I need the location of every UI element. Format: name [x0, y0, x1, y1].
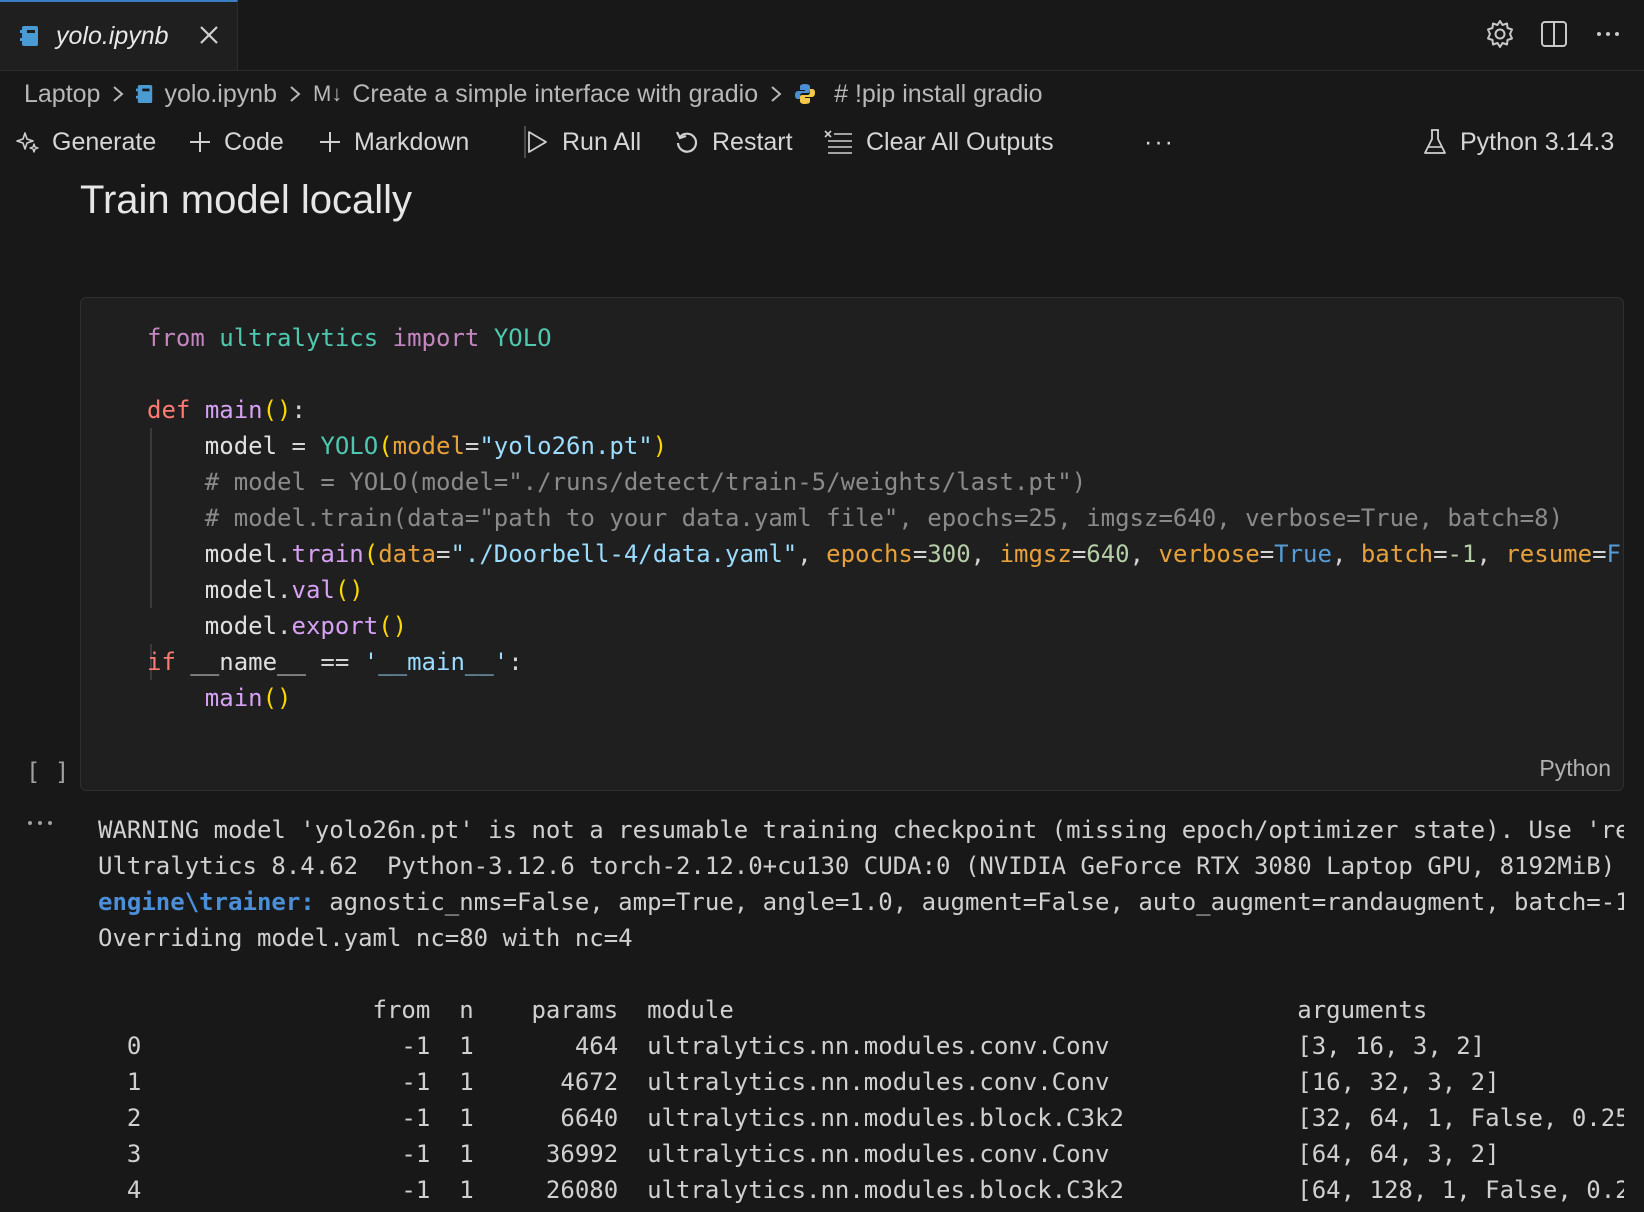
code-editor[interactable]: from ultralytics import YOLO def main():…: [147, 320, 1621, 716]
table-row: 4 -1 1 26080 ultralytics.nn.modules.bloc…: [98, 1176, 1624, 1204]
restart-label: Restart: [712, 127, 793, 156]
output-table-header: from n params module arguments: [98, 996, 1428, 1024]
tab-title: yolo.ipynb: [56, 22, 169, 50]
execution-count: [ ]: [26, 758, 70, 786]
code-line: # model = YOLO(model="./runs/detect/trai…: [147, 468, 1087, 496]
code-line: def main():: [147, 396, 306, 424]
python-icon: [795, 84, 816, 104]
markdown-icon: M↓: [313, 81, 343, 106]
table-row: 1 -1 1 4672 ultralytics.nn.modules.conv.…: [98, 1068, 1500, 1096]
clear-all-outputs-button[interactable]: Clear All Outputs: [824, 120, 1054, 164]
more-actions-icon[interactable]: [1592, 18, 1624, 50]
output-more-icon[interactable]: [26, 818, 54, 828]
cell-output: WARNING model 'yolo26n.pt' is not a resu…: [98, 812, 1624, 1208]
code-line: model.val(): [204, 576, 364, 604]
plus-icon: [320, 132, 340, 152]
more-icon: ···: [1144, 127, 1175, 156]
gear-icon[interactable]: [1484, 18, 1516, 50]
flask-icon: [1424, 129, 1446, 154]
table-row: 0 -1 1 464 ultralytics.nn.modules.conv.C…: [98, 1032, 1486, 1060]
kernel-label: Python 3.14.3: [1460, 127, 1615, 156]
output-trainer-args: agnostic_nms=False, amp=True, angle=1.0,…: [314, 888, 1624, 916]
clear-all-outputs-label: Clear All Outputs: [866, 127, 1054, 156]
code-line: model.train(data="./Doorbell-4/data.yaml…: [204, 540, 1621, 568]
table-row: 2 -1 1 6640 ultralytics.nn.modules.block…: [98, 1104, 1624, 1132]
generate-label: Generate: [52, 127, 157, 156]
breadcrumb-root[interactable]: Laptop: [24, 80, 100, 109]
output-blank-line: [98, 956, 1624, 992]
add-markdown-cell-button[interactable]: Markdown: [318, 120, 469, 164]
tab-bar: yolo.ipynb: [0, 0, 1644, 71]
output-trainer-line: engine\trainer: agnostic_nms=False, amp=…: [98, 884, 1624, 920]
kernel-picker-button[interactable]: Python 3.14.3: [1422, 120, 1614, 164]
run-all-label: Run All: [562, 127, 642, 156]
tab-yolo-notebook[interactable]: yolo.ipynb: [0, 0, 238, 70]
code-line: if __name__ == '__main__':: [147, 648, 523, 676]
code-line: main(): [204, 684, 292, 712]
clear-all-icon: [824, 130, 852, 154]
sparkle-icon: [16, 132, 39, 153]
output-trainer-label: engine\trainer:: [98, 888, 315, 916]
restart-icon: [676, 131, 698, 153]
code-label: Code: [224, 127, 284, 156]
close-icon[interactable]: [196, 22, 222, 48]
output-version: Ultralytics 8.4.62 Python-3.12.6 torch-2…: [98, 852, 1616, 880]
generate-button[interactable]: Generate: [16, 120, 156, 164]
split-editor-icon[interactable]: [1538, 18, 1570, 50]
code-line: model = YOLO(model="yolo26n.pt"): [204, 432, 668, 460]
breadcrumb-file[interactable]: yolo.ipynb: [164, 80, 277, 109]
code-line: # model.train(data="path to your data.ya…: [147, 504, 1564, 532]
output-warning: WARNING model 'yolo26n.pt' is not a resu…: [98, 816, 1624, 844]
toolbar-more-button[interactable]: ···: [1144, 120, 1175, 164]
breadcrumb-cell[interactable]: # !pip install gradio: [834, 80, 1042, 109]
plus-icon: [190, 132, 210, 152]
chevron-right-icon: [113, 86, 124, 102]
breadcrumb-section[interactable]: Create a simple interface with gradio: [352, 80, 758, 109]
notebook-icon: [20, 26, 38, 46]
markdown-label: Markdown: [354, 127, 470, 156]
notebook-icon: [136, 85, 153, 103]
output-override: Overriding model.yaml nc=80 with nc=4: [98, 924, 633, 952]
table-row: 3 -1 1 36992 ultralytics.nn.modules.conv…: [98, 1140, 1500, 1168]
markdown-heading: Train model locally: [80, 178, 412, 222]
code-line: model.export(): [204, 612, 408, 640]
breadcrumb: Laptop yolo.ipynb M↓ Create a simple int…: [24, 76, 1043, 112]
run-all-button[interactable]: Run All: [524, 120, 641, 164]
notebook-toolbar: Generate Code Markdown Run All Restart C…: [16, 120, 1628, 164]
chevron-right-icon: [771, 86, 782, 102]
chevron-right-icon: [290, 86, 301, 102]
add-code-cell-button[interactable]: Code: [188, 120, 284, 164]
code-line: from ultralytics import YOLO: [147, 324, 552, 352]
cell-language-label[interactable]: Python: [1539, 755, 1611, 782]
restart-button[interactable]: Restart: [674, 120, 793, 164]
code-cell[interactable]: from ultralytics import YOLO def main():…: [80, 297, 1624, 791]
play-icon: [528, 131, 547, 153]
